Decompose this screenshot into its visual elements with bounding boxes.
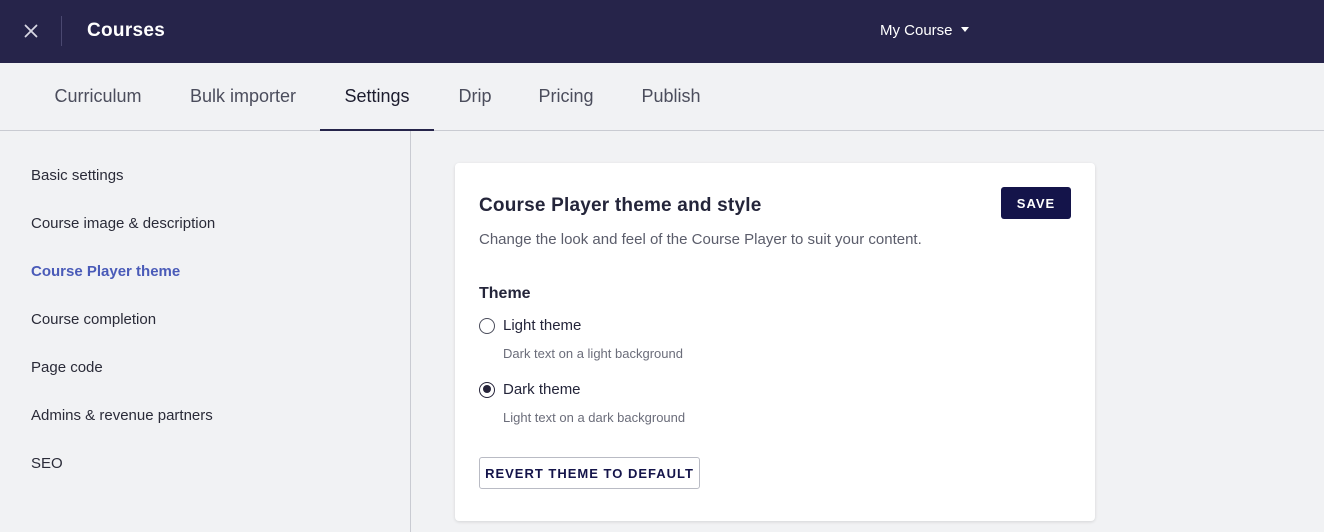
course-selector-label: My Course [880,22,953,39]
theme-heading: Theme [479,285,531,302]
course-tabs: Curriculum Bulk importer Settings Drip P… [0,63,1324,131]
sidebar-item-course-player-theme[interactable]: Course Player theme [31,263,180,280]
light-theme-option[interactable]: Light theme [479,317,581,334]
tab-settings[interactable]: Settings [320,63,434,131]
sidebar-item-page-code[interactable]: Page code [31,359,103,376]
dark-theme-radio[interactable] [479,381,495,398]
card-description: Change the look and feel of the Course P… [479,231,922,248]
revert-theme-button[interactable]: REVERT THEME TO DEFAULT [479,457,700,489]
tab-pricing[interactable]: Pricing [526,63,606,130]
tab-drip[interactable]: Drip [446,63,504,130]
tab-publish[interactable]: Publish [628,63,714,130]
tab-curriculum[interactable]: Curriculum [38,63,158,130]
dark-theme-option[interactable]: Dark theme [479,381,581,398]
top-bar: Courses My Course [0,0,1324,63]
dark-theme-label: Dark theme [503,381,581,398]
card-title: Course Player theme and style [479,195,762,216]
caret-down-icon [960,27,969,32]
settings-sidebar: Basic settings Course image & descriptio… [0,131,411,532]
header-divider [61,16,62,46]
sidebar-item-course-completion[interactable]: Course completion [31,311,156,328]
sidebar-item-seo[interactable]: SEO [31,455,63,472]
sidebar-item-basic-settings[interactable]: Basic settings [31,167,124,184]
light-theme-hint: Dark text on a light background [503,346,683,361]
save-button[interactable]: SAVE [1001,187,1071,219]
theme-settings-card: Course Player theme and style SAVE Chang… [455,163,1095,521]
sidebar-item-course-image[interactable]: Course image & description [31,215,215,232]
course-selector-dropdown[interactable]: My Course [880,22,969,39]
close-icon [24,24,38,38]
sidebar-item-admins[interactable]: Admins & revenue partners [31,407,213,424]
light-theme-radio[interactable] [479,317,495,334]
light-theme-label: Light theme [503,317,582,334]
close-button[interactable] [20,20,42,42]
dark-theme-hint: Light text on a dark background [503,410,686,425]
tab-bulk-importer[interactable]: Bulk importer [175,63,311,130]
page-title: Courses [87,20,166,41]
